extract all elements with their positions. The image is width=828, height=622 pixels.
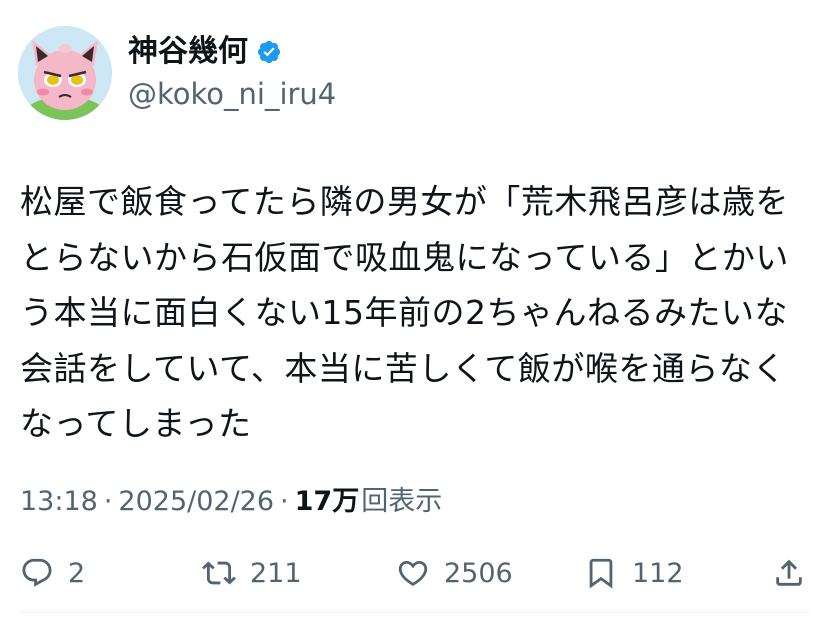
pink-creature-avatar-icon [18,26,112,120]
tweet-time[interactable]: 13:18 [20,484,98,520]
retweet-count: 211 [250,557,302,589]
reply-icon [22,558,52,587]
bookmark-icon [589,558,613,589]
tweet-meta: 13:18 · 2025/02/26 · 17万 回表示 [20,484,442,520]
meta-separator: · [280,486,289,517]
heart-icon [398,560,428,586]
like-button[interactable]: 2506 [396,550,513,596]
avatar[interactable] [18,26,112,120]
tweet-card: 神谷幾何 @koko_ni_iru4 松屋で飯食ってたら隣の男女が「荒木飛呂彦は… [0,0,828,622]
share-button[interactable] [772,550,806,596]
retweet-icon [202,561,236,585]
bookmark-count: 112 [632,557,684,589]
view-count[interactable]: 17万 [295,484,360,520]
reply-button[interactable]: 2 [20,550,85,596]
divider [20,612,810,613]
tweet-text: 松屋で飯食ってたら隣の男女が「荒木飛呂彦は歳を とらないから石仮面で吸血鬼になっ… [20,182,789,443]
display-name[interactable]: 神谷幾何 [128,34,248,70]
view-count-label: 回表示 [361,486,443,517]
bookmark-button[interactable]: 112 [584,550,684,596]
verified-badge-icon[interactable] [256,39,282,65]
tweet-date[interactable]: 2025/02/26 [118,484,274,520]
retweet-button[interactable]: 211 [202,550,302,596]
reply-count: 2 [68,557,86,589]
meta-separator: · [103,486,113,517]
action-bar: 2 211 2506 112 [0,550,828,596]
author-handle[interactable]: @koko_ni_iru4 [128,76,336,112]
author-name-row: 神谷幾何 [128,34,282,70]
like-count: 2506 [444,557,513,589]
share-icon [776,559,802,586]
